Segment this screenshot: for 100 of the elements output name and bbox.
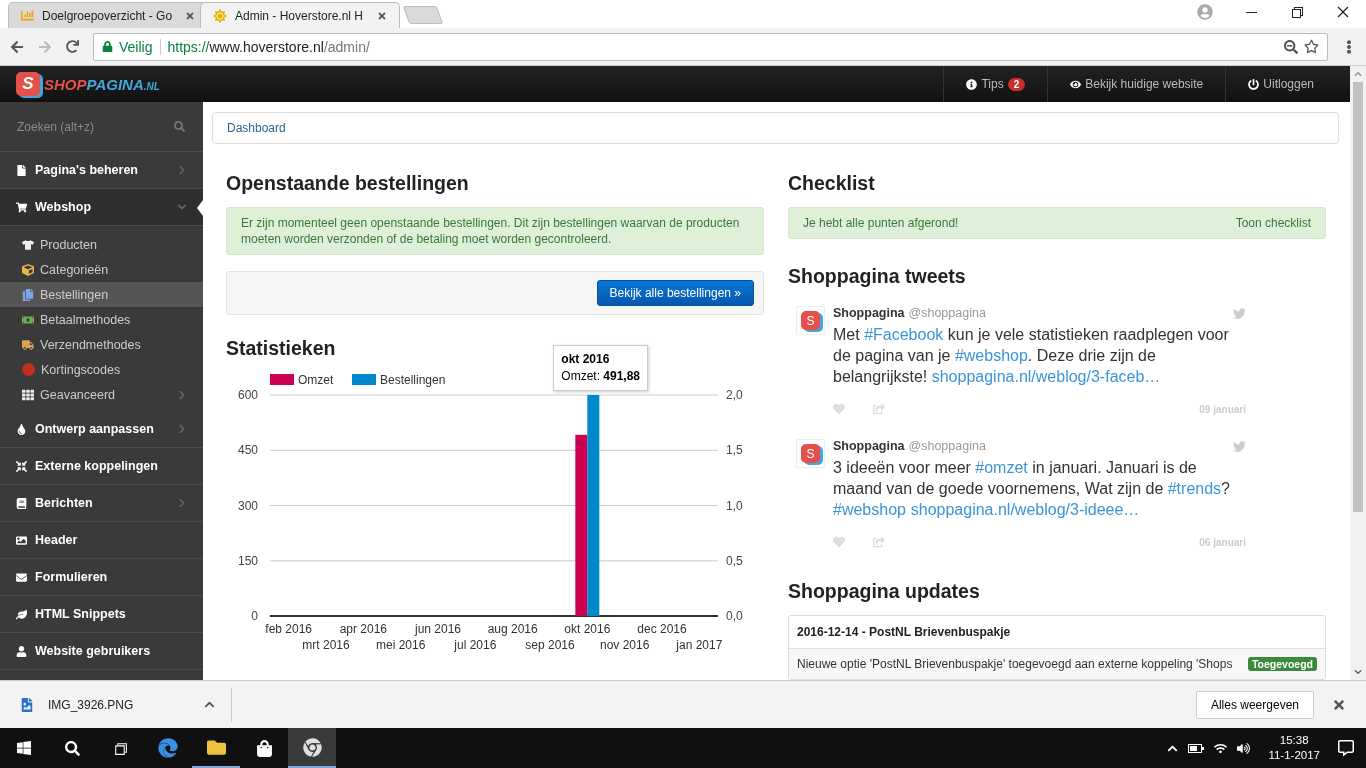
- show-all-button[interactable]: Alles weergeven: [1195, 690, 1314, 719]
- sidebar-subitem[interactable]: Verzendmethodes: [0, 332, 203, 357]
- book-icon: [16, 497, 27, 509]
- axis-label: jul 2016: [454, 638, 497, 652]
- grid-icon: [22, 388, 34, 401]
- axis-label: dec 2016: [637, 622, 687, 636]
- truck-icon: [22, 338, 34, 351]
- sidebar-item[interactable]: HTML Snippets: [0, 596, 203, 633]
- nav-link[interactable]: Bekijk huidige website: [1047, 66, 1226, 102]
- power-icon: [1248, 78, 1260, 90]
- sidebar-subitem[interactable]: Producten: [0, 232, 203, 257]
- sidebar-item[interactable]: Externe koppelingen: [0, 448, 203, 485]
- axis-label: 1,0: [726, 498, 743, 513]
- restore-icon[interactable]: [1289, 4, 1305, 20]
- drop-icon: [16, 423, 27, 435]
- page-icon: [16, 164, 27, 176]
- volume-icon[interactable]: [1237, 741, 1251, 755]
- axis-label: 300: [237, 498, 258, 513]
- info-alert: Er zijn momenteel geen openstaande bestellingen. Dit zijn bestellingen waarvan de producten moeten worden verzonden of de betaling moet worden gecontroleerd.: [226, 207, 764, 255]
- section-title: Openstaande bestellingen: [226, 172, 469, 195]
- sale-icon: [22, 363, 35, 376]
- lock-icon: [102, 41, 113, 52]
- scroll-down-icon[interactable]: [1354, 668, 1362, 676]
- sidebar-subitem[interactable]: Categorieën: [0, 257, 203, 282]
- search-icon[interactable]: [64, 740, 80, 756]
- axis-label: sep 2016: [525, 638, 575, 652]
- axis-label: apr 2016: [339, 622, 387, 636]
- sidebar-item[interactable]: Formulieren: [0, 559, 203, 596]
- sidebar-subitem[interactable]: Betaalmethodes: [0, 307, 203, 332]
- tweet-author: Shoppagina: [833, 439, 905, 453]
- browser-tab[interactable]: Admin - Hoverstore.nl H: [200, 2, 400, 28]
- logo: S SHOPPAGINA.NL: [0, 72, 203, 96]
- sidebar-subitem[interactable]: Geavanceerd: [0, 382, 203, 407]
- tweet-handle: @shoppagina: [908, 439, 987, 453]
- sidebar-item[interactable]: Ontwerp aanpassen: [0, 411, 203, 448]
- user-icon: [16, 645, 27, 657]
- clock[interactable]: 15:38 11-1-2017: [1268, 733, 1320, 763]
- scrollbar-thumb[interactable]: [1353, 82, 1363, 512]
- browser-icon[interactable]: [158, 738, 178, 758]
- star-icon[interactable]: [1304, 39, 1319, 54]
- section-title: Shoppagina tweets: [788, 265, 966, 288]
- store-icon[interactable]: [255, 739, 273, 757]
- zoom-out-icon[interactable]: [1284, 39, 1298, 54]
- avatar: S: [796, 439, 825, 468]
- sidebar-subitem[interactable]: Bestellingen: [0, 282, 203, 307]
- view-orders-button[interactable]: Bekijk alle bestellingen »: [596, 280, 754, 306]
- checklist-link[interactable]: Toon checklist: [1235, 215, 1311, 231]
- info-icon: [966, 78, 978, 90]
- section-title: Statistieken: [226, 337, 336, 360]
- axis-label: 450: [237, 443, 258, 458]
- box-icon: [22, 263, 34, 276]
- file-icon: [20, 697, 34, 712]
- alert-text: Je hebt alle punten afgerond!: [803, 215, 959, 231]
- status-badge: Toegevoegd: [1247, 657, 1317, 671]
- count-badge: 2: [1007, 77, 1026, 91]
- axis-label: 0: [251, 609, 258, 623]
- nav-link[interactable]: Tips 2: [943, 66, 1048, 102]
- sidebar-item[interactable]: Website gebruikers: [0, 633, 203, 670]
- sidebar-item[interactable]: Header: [0, 522, 203, 559]
- tweet-text: Met #Facebook kun je vele statistieken raadplegen voor de pagina van je #webshop. Deze drie zijn de belangrijkste! shoppagina.nl/weblog/3-faceb…: [833, 325, 1230, 387]
- download-item[interactable]: IMG_3926.PNG: [20, 687, 232, 722]
- chrome-icon[interactable]: [302, 737, 322, 757]
- close-icon[interactable]: [1335, 4, 1351, 20]
- axis-label: 600: [237, 388, 258, 402]
- leaf-icon: [16, 608, 27, 620]
- avatar: S: [796, 306, 825, 335]
- active-marker: [197, 200, 203, 216]
- legend-label: Omzet: [298, 373, 334, 387]
- caret-icon[interactable]: [204, 699, 215, 710]
- battery-icon[interactable]: [1188, 743, 1205, 753]
- close-icon[interactable]: [377, 10, 387, 21]
- sidebar-item[interactable]: Webshop: [0, 189, 203, 226]
- axis-label: 1,5: [726, 443, 743, 458]
- scrollbar[interactable]: [1350, 66, 1366, 680]
- axis-label: aug 2016: [487, 622, 538, 636]
- section-title: Shoppagina updates: [788, 580, 980, 603]
- chart-tooltip: okt 2016 Omzet: 491,88: [553, 345, 649, 391]
- arrows-icon: [16, 460, 27, 472]
- axis-label: jan 2017: [676, 638, 723, 652]
- reload-icon[interactable]: [66, 40, 79, 53]
- close-icon[interactable]: [1332, 697, 1346, 712]
- eye-icon: [1070, 78, 1082, 90]
- documents-icon: [22, 288, 34, 301]
- image-icon: [16, 534, 27, 546]
- notification-icon[interactable]: [1338, 740, 1354, 756]
- search-field[interactable]: Zoeken (alt+z): [15, 118, 155, 135]
- back-icon[interactable]: [10, 39, 24, 54]
- axis-label: okt 2016: [564, 622, 611, 636]
- legend-swatch: [352, 374, 376, 385]
- sidebar-item[interactable]: Berichten: [0, 485, 203, 522]
- axis-label: mei 2016: [376, 638, 426, 652]
- breadcrumb-link[interactable]: Dashboard: [227, 121, 286, 135]
- tweet-handle: @shoppagina: [908, 306, 987, 320]
- scroll-up-icon[interactable]: [1354, 70, 1362, 78]
- sidebar-subitem[interactable]: Kortingscodes: [0, 357, 203, 382]
- legend-label: Bestellingen: [380, 373, 446, 387]
- windows-icon[interactable]: [16, 740, 32, 756]
- wifi-icon[interactable]: [1214, 741, 1228, 755]
- address-bar[interactable]: Veilig https://www.hoverstore.nl/admin/: [93, 32, 1328, 61]
- folder-icon[interactable]: [206, 737, 226, 757]
